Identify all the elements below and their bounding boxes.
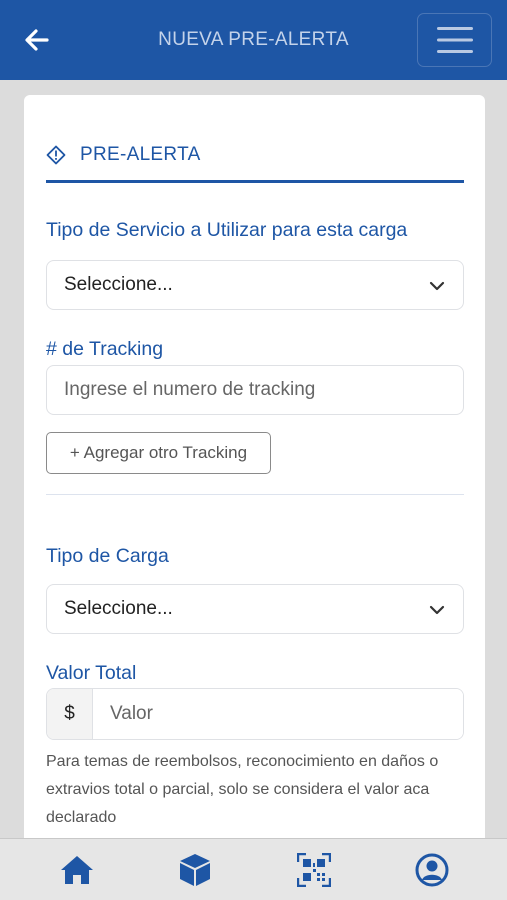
back-button[interactable] bbox=[20, 22, 54, 58]
home-icon bbox=[61, 856, 93, 884]
hamburger-icon bbox=[436, 27, 473, 53]
bottom-nav bbox=[0, 838, 507, 900]
currency-prefix: $ bbox=[47, 689, 93, 739]
add-tracking-button[interactable]: + Agregar otro Tracking bbox=[46, 432, 271, 474]
package-icon bbox=[180, 854, 210, 886]
tracking-label: # de Tracking bbox=[46, 338, 164, 360]
form-card: PRE-ALERTA Tipo de Servicio a Utilizar p… bbox=[24, 95, 485, 855]
menu-button[interactable] bbox=[417, 13, 492, 67]
chevron-down-icon bbox=[429, 605, 445, 615]
warning-diamond-icon bbox=[46, 145, 66, 165]
total-value-input[interactable] bbox=[93, 689, 463, 739]
form-divider bbox=[46, 494, 464, 495]
service-type-select[interactable]: Seleccione... bbox=[46, 260, 464, 310]
section-header: PRE-ALERTA bbox=[46, 141, 201, 169]
nav-packages-button[interactable] bbox=[177, 852, 213, 888]
total-value-label: Valor Total bbox=[46, 662, 137, 684]
cargo-type-label: Tipo de Carga bbox=[46, 545, 169, 567]
user-circle-icon bbox=[415, 853, 449, 887]
app-header: NUEVA PRE-ALERTA bbox=[0, 0, 507, 80]
arrow-left-icon bbox=[25, 29, 49, 51]
qr-code-icon bbox=[297, 853, 331, 887]
service-type-label: Tipo de Servicio a Utilizar para esta ca… bbox=[46, 219, 408, 241]
service-type-value: Seleccione... bbox=[64, 274, 173, 295]
section-title: PRE-ALERTA bbox=[80, 144, 201, 165]
cargo-type-select[interactable]: Seleccione... bbox=[46, 584, 464, 634]
chevron-down-icon bbox=[429, 281, 445, 291]
value-help-text: Para temas de reembolsos, reconocimiento… bbox=[46, 753, 439, 826]
total-value-group: $ bbox=[46, 688, 464, 740]
section-divider bbox=[46, 180, 464, 183]
nav-home-button[interactable] bbox=[59, 852, 95, 888]
nav-qr-button[interactable] bbox=[296, 852, 332, 888]
nav-profile-button[interactable] bbox=[414, 852, 450, 888]
tracking-input[interactable] bbox=[46, 365, 464, 415]
page-title: NUEVA PRE-ALERTA bbox=[158, 29, 349, 50]
cargo-type-value: Seleccione... bbox=[64, 598, 173, 619]
